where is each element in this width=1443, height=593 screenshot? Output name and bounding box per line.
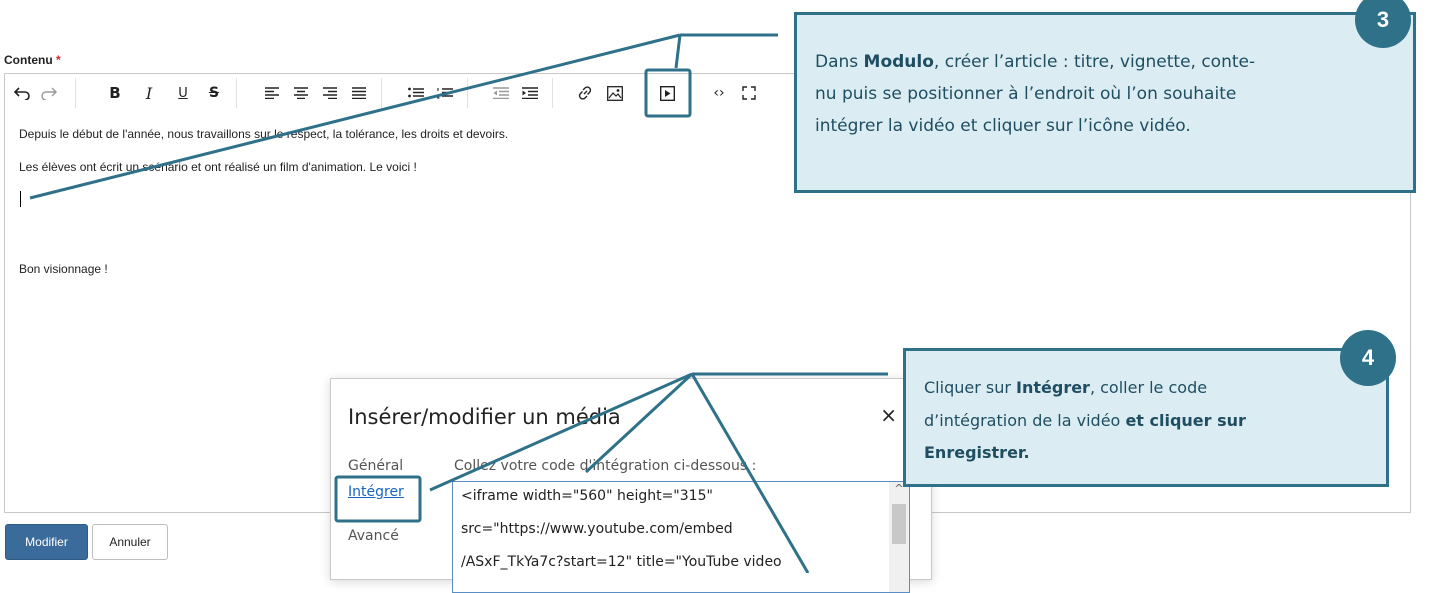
embed-code-line: /ASxF_TkYa7c?start=12" title="YouTube vi… (461, 554, 782, 570)
close-icon[interactable]: × (880, 403, 897, 427)
align-right-icon[interactable] (317, 80, 343, 106)
scrollbar-thumb[interactable] (892, 504, 906, 544)
content-field-label: Contenu * (4, 53, 61, 67)
fullscreen-icon[interactable] (736, 80, 762, 106)
source-code-icon[interactable]: ‹› (706, 80, 732, 106)
dialog-tab-advanced[interactable]: Avancé (348, 528, 399, 544)
callout-line: Enregistrer. (924, 443, 1030, 462)
toolbar-separator (381, 78, 382, 108)
align-left-icon[interactable] (259, 80, 285, 106)
embed-code-textarea[interactable]: <iframe width="560" height="315" src="ht… (452, 481, 910, 593)
callout-line: Cliquer sur Intégrer, coller le code (924, 378, 1208, 397)
undo-icon[interactable] (9, 80, 35, 106)
embed-instructions: Collez votre code d'intégration ci-desso… (454, 458, 757, 474)
toolbar-separator (552, 78, 553, 108)
dialog-tab-general[interactable]: Général (348, 458, 403, 474)
toolbar-separator (75, 78, 76, 108)
bullet-list-icon[interactable] (403, 80, 429, 106)
editor-paragraph[interactable]: Depuis le début de l'année, nous travail… (19, 127, 508, 141)
callout-line: nu puis se positionner à l’endroit où l’… (815, 84, 1237, 104)
pointer-line (674, 34, 682, 69)
field-label-text: Contenu (4, 53, 53, 67)
strikethrough-icon[interactable]: S (201, 80, 227, 106)
toolbar-separator (467, 78, 468, 108)
align-justify-icon[interactable] (346, 80, 372, 106)
step-badge-4: 4 (1340, 330, 1396, 386)
instruction-callout-step-4: Cliquer sur Intégrer, coller le code d’i… (903, 348, 1389, 487)
insert-media-dialog: Insérer/modifier un média × Général Inté… (330, 378, 932, 593)
instruction-callout-step-3: Dans Modulo, créer l’article : titre, vi… (794, 12, 1416, 193)
callout-line: d’intégration de la vidéo et cliquer sur (924, 411, 1246, 430)
callout-line: intégrer la vidéo et cliquer sur l’icône… (815, 116, 1191, 136)
modify-button[interactable]: Modifier (5, 524, 88, 560)
media-icon[interactable] (654, 80, 680, 106)
text-cursor (20, 191, 21, 207)
embed-code-line: src="https://www.youtube.com/embed (461, 521, 733, 537)
align-center-icon[interactable] (288, 80, 314, 106)
bold-icon[interactable]: B (102, 80, 128, 106)
underline-icon[interactable]: U (170, 80, 196, 106)
image-icon[interactable] (602, 80, 628, 106)
toolbar-separator (236, 78, 237, 108)
required-mark: * (56, 53, 61, 67)
embed-code-line: <iframe width="560" height="315" (461, 488, 713, 504)
callout-line: Dans Modulo, créer l’article : titre, vi… (815, 52, 1256, 72)
dialog-tab-embed[interactable]: Intégrer (348, 484, 404, 500)
editor-paragraph[interactable]: Les élèves ont écrit un scénario et ont … (19, 160, 417, 174)
numbered-list-icon[interactable] (432, 80, 458, 106)
cancel-button[interactable]: Annuler (92, 524, 168, 560)
textarea-scrollbar[interactable]: ^ (889, 482, 909, 592)
redo-icon[interactable] (36, 80, 62, 106)
dialog-title: Insérer/modifier un média (348, 405, 621, 429)
outdent-icon[interactable] (488, 80, 514, 106)
link-icon[interactable] (572, 80, 598, 106)
italic-icon[interactable]: I (136, 80, 162, 106)
editor-paragraph[interactable]: Bon visionnage ! (19, 262, 108, 276)
indent-icon[interactable] (517, 80, 543, 106)
